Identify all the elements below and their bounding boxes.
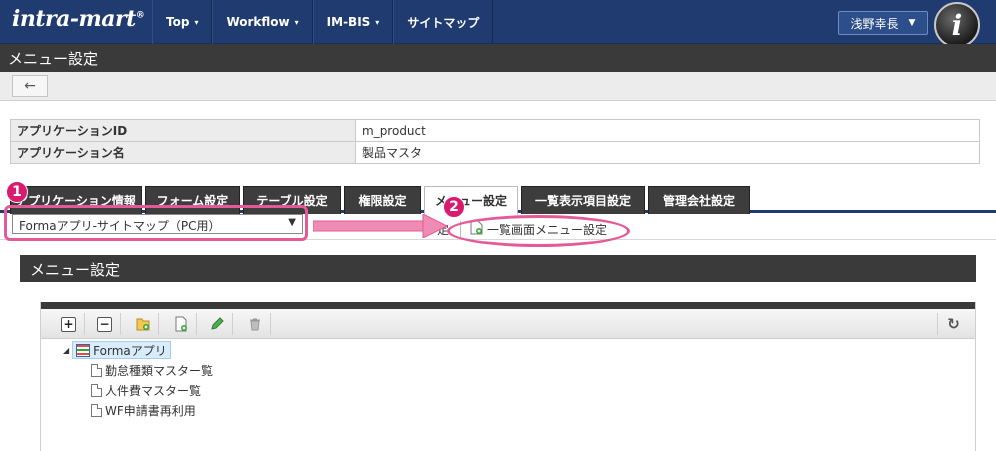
tab-company-settings[interactable]: 管理会社設定 (648, 186, 750, 214)
trash-icon (249, 318, 260, 331)
tab-list-item-settings[interactable]: 一覧表示項目設定 (521, 186, 645, 214)
list-item[interactable]: 勤怠種類マスター覧 (63, 360, 213, 380)
arrow-left-icon: ← (24, 78, 36, 94)
step-badge-2: 2 (443, 196, 465, 218)
add-document-icon (175, 316, 187, 332)
expand-all-button[interactable]: + (53, 313, 85, 335)
app-id-value: m_product (355, 119, 980, 142)
nav-item-top[interactable]: Top ▾ (152, 0, 213, 44)
tab-menu-settings[interactable]: メニュー設定 (424, 186, 518, 216)
tree-toggle-icon[interactable]: ◢ (63, 346, 69, 355)
edit-button[interactable] (201, 313, 233, 335)
chevron-down-icon: ▾ (294, 17, 299, 27)
minus-icon: − (97, 316, 112, 332)
user-name: 浅野幸長 (850, 16, 899, 31)
step-badge-1: 1 (6, 181, 28, 203)
application-info-table: アプリケーションID m_product アプリケーション名 製品マスタ (10, 119, 980, 164)
app-name-label: アプリケーション名 (10, 141, 356, 164)
section-title-text: メニュー設定 (30, 261, 121, 279)
pink-arrow-annotation (313, 214, 449, 238)
chevron-down-icon: ▾ (194, 17, 199, 27)
back-toolbar: ← (0, 72, 996, 101)
nav-item-label: Workflow (226, 15, 290, 29)
menu-tree: ◢ Formaアプリ 勤怠種類マスター覧 人件費マスター覧 WF申請書再利用 (63, 340, 213, 420)
app-name-value: 製品マスタ (355, 141, 980, 164)
user-menu-button[interactable]: 浅野幸長 ▼ (838, 11, 928, 35)
refresh-icon: ↻ (947, 315, 960, 333)
highlight-select-box (4, 205, 308, 241)
add-folder-button[interactable] (127, 313, 159, 335)
section-title: メニュー設定 (20, 255, 976, 282)
back-button[interactable]: ← (12, 75, 48, 97)
table-icon (76, 343, 91, 357)
tab-permission-settings[interactable]: 権限設定 (344, 186, 421, 214)
nav-item-label: IM-BIS (326, 15, 371, 29)
logo-mark: ® (135, 10, 145, 21)
tree-item-label: 勤怠種類マスター覧 (105, 363, 214, 378)
list-item[interactable]: 人件費マスター覧 (63, 380, 213, 400)
intra-mart-logo[interactable]: intra-mart® (12, 6, 145, 32)
logo-text: intra-mart (12, 6, 136, 32)
nav-item-label: Top (166, 15, 190, 29)
tree-item-label: WF申請書再利用 (105, 403, 196, 418)
highlight-menu-button (447, 215, 630, 247)
page-title: メニュー設定 (0, 44, 996, 72)
avatar-letter: i (951, 8, 963, 42)
add-folder-icon (136, 318, 149, 331)
page-title-text: メニュー設定 (8, 50, 99, 68)
avatar[interactable]: i (934, 2, 980, 48)
main-nav: Top ▾ Workflow ▾ IM-BIS ▾ サイトマップ (152, 0, 494, 44)
add-item-button[interactable] (165, 313, 197, 335)
top-navigation-bar: intra-mart® Top ▾ Workflow ▾ IM-BIS ▾ サイトマッ… (0, 0, 996, 48)
table-row: アプリケーション名 製品マスタ (10, 141, 980, 164)
list-item[interactable]: WF申請書再利用 (63, 400, 213, 420)
app-id-label: アプリケーションID (10, 119, 356, 142)
pencil-icon (210, 317, 224, 330)
tree-item-label: 人件費マスター覧 (105, 383, 202, 398)
menu-tree-panel: + − ↻ ◢ Formaアプリ 勤怠種類マスター覧 人件費マスター覧 WF申請… (40, 302, 976, 451)
tree-root-node[interactable]: Formaアプリ (72, 341, 171, 359)
nav-item-sitemap[interactable]: サイトマップ (393, 0, 494, 44)
refresh-button[interactable]: ↻ (937, 313, 969, 335)
nav-item-label: サイトマップ (407, 15, 480, 30)
panel-header-bar (41, 302, 975, 309)
document-icon (91, 383, 102, 397)
nav-item-im-bis[interactable]: IM-BIS ▾ (312, 0, 394, 44)
nav-item-workflow[interactable]: Workflow ▾ (212, 0, 313, 44)
tree-root-row[interactable]: ◢ Formaアプリ (63, 340, 213, 360)
tree-toolbar: + − ↻ (41, 309, 975, 339)
tree-root-label: Formaアプリ (93, 343, 167, 358)
caret-down-icon: ▼ (908, 18, 916, 28)
delete-button[interactable] (239, 313, 271, 335)
document-icon (91, 363, 102, 377)
chevron-down-icon: ▾ (375, 17, 380, 27)
collapse-all-button[interactable]: − (89, 313, 121, 335)
document-icon (91, 403, 102, 417)
table-row: アプリケーションID m_product (10, 119, 980, 142)
plus-icon: + (61, 316, 76, 332)
